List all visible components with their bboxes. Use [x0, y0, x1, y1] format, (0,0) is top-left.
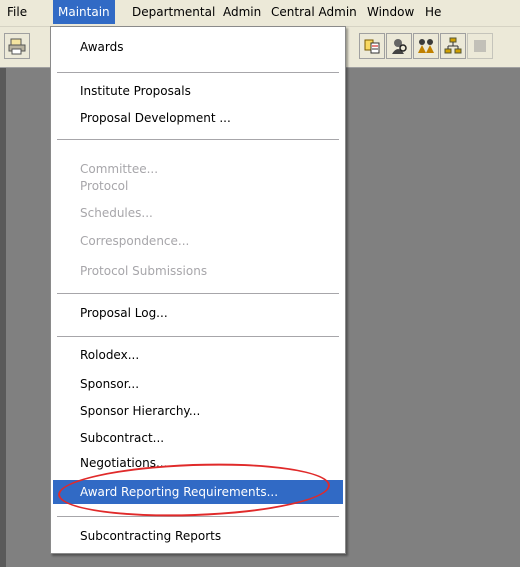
- menu-file[interactable]: File: [2, 0, 32, 24]
- menu-separator: [57, 139, 339, 140]
- mdi-client-area: [0, 68, 6, 567]
- menu-item-rolodex[interactable]: Rolodex...: [53, 344, 343, 366]
- menu-window[interactable]: Window: [362, 0, 419, 24]
- menu-departmental[interactable]: Departmental: [127, 0, 220, 24]
- menu-item-sponsor-hierarchy[interactable]: Sponsor Hierarchy...: [53, 400, 343, 422]
- menu-help[interactable]: He: [420, 0, 446, 24]
- menu-separator: [57, 336, 339, 337]
- printer-icon[interactable]: [4, 33, 30, 59]
- menu-admin[interactable]: Admin: [218, 0, 266, 24]
- menu-separator: [57, 516, 339, 517]
- menu-item-negotiations[interactable]: Negotiations...: [53, 452, 343, 474]
- menu-item-schedules: Schedules...: [80, 206, 153, 220]
- menu-item-awards[interactable]: Awards: [53, 36, 343, 58]
- menu-item-award-reporting-requirements[interactable]: Award Reporting Requirements...: [53, 480, 343, 504]
- menu-item-subcontracting-reports[interactable]: Subcontracting Reports: [53, 525, 343, 547]
- people-icon[interactable]: [413, 33, 439, 59]
- menu-item-subcontract[interactable]: Subcontract...: [53, 427, 343, 449]
- menu-item-correspondence: Correspondence...: [80, 234, 190, 248]
- menu-central-admin[interactable]: Central Admin: [266, 0, 362, 24]
- hierarchy-icon[interactable]: [440, 33, 466, 59]
- menu-separator: [57, 72, 339, 73]
- disabled-icon: [467, 33, 493, 59]
- maintain-dropdown-menu: Awards Institute Proposals Proposal Deve…: [50, 26, 346, 554]
- proposal-icon[interactable]: [359, 33, 385, 59]
- menu-item-protocol: Protocol: [80, 179, 129, 193]
- menu-separator: [57, 293, 339, 294]
- menu-item-proposal-development[interactable]: Proposal Development ...: [53, 107, 343, 129]
- menu-maintain[interactable]: Maintain: [53, 0, 115, 24]
- person-search-icon[interactable]: [386, 33, 412, 59]
- menu-bar: File Maintain Departmental Admin Central…: [0, 0, 520, 27]
- menu-item-institute-proposals[interactable]: Institute Proposals: [53, 80, 343, 102]
- menu-item-proposal-log[interactable]: Proposal Log...: [53, 302, 343, 324]
- menu-item-protocol-submissions: Protocol Submissions: [80, 264, 208, 278]
- menu-item-sponsor[interactable]: Sponsor...: [53, 373, 343, 395]
